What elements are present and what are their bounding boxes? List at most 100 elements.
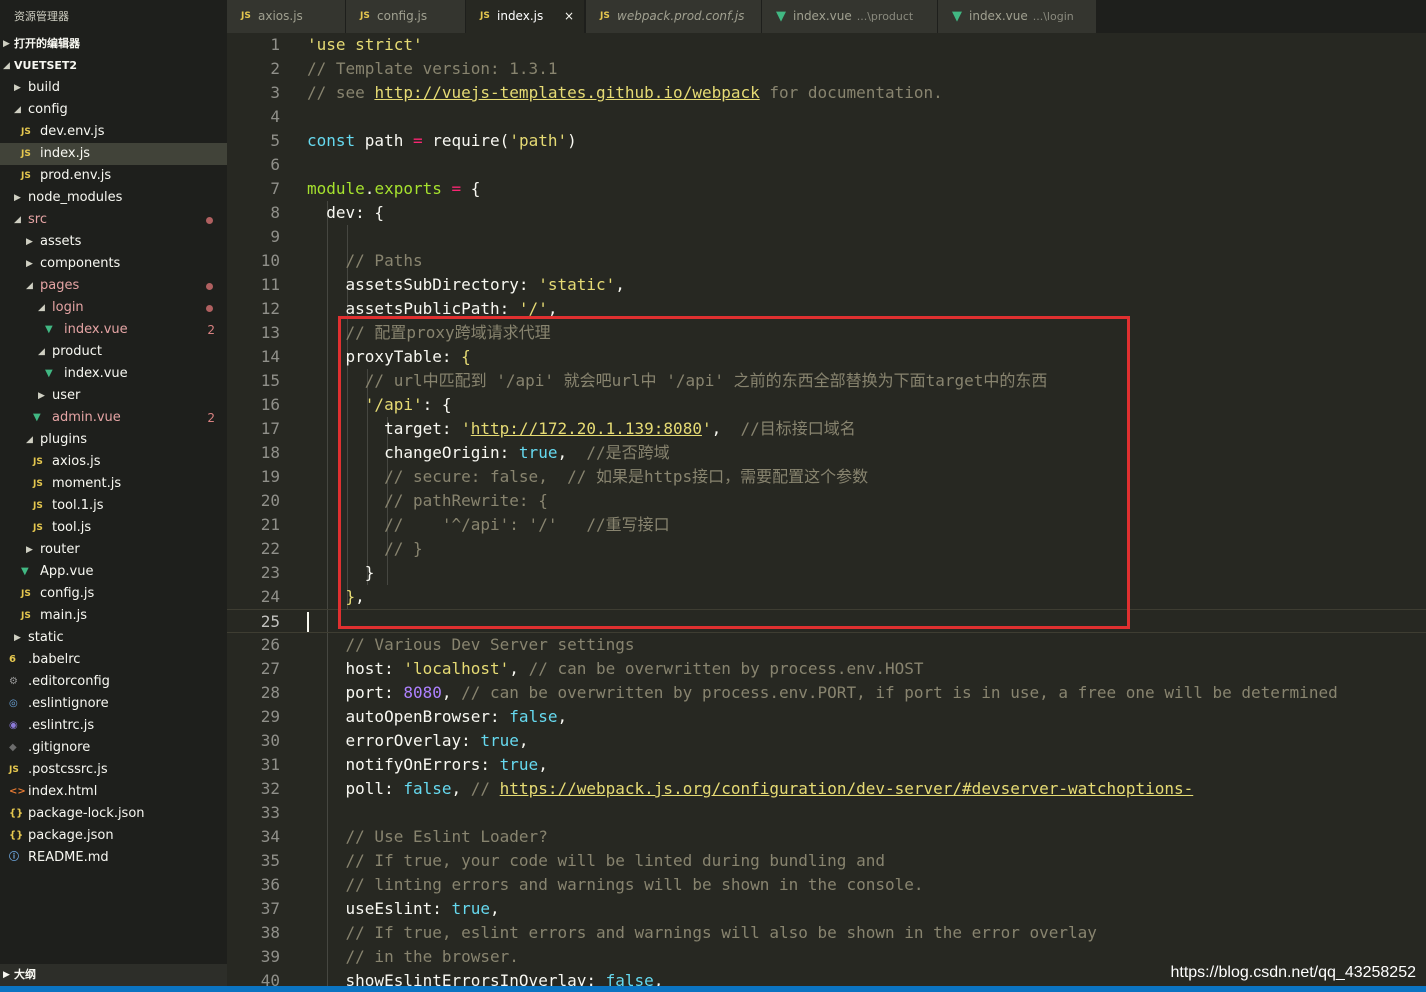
code-link[interactable]: http://vuejs-templates.github.io/webpack bbox=[374, 83, 759, 102]
code-token: for documentation. bbox=[759, 83, 943, 102]
file-item[interactable]: ◉ .eslintrc.js bbox=[0, 715, 227, 737]
file-item[interactable]: {} package-lock.json bbox=[0, 803, 227, 825]
code-link[interactable]: https://webpack.js.org/configuration/dev… bbox=[500, 779, 1194, 798]
tab-index-vue[interactable]: ▼ index.vue ...\login bbox=[938, 0, 1097, 33]
code-line: 1 'use strict' bbox=[227, 33, 1426, 57]
file-item[interactable]: JS index.js bbox=[0, 143, 227, 165]
file-item[interactable]: ▼ index.vue 2 bbox=[0, 319, 227, 341]
code-token: false bbox=[403, 779, 452, 798]
file-item[interactable]: JS main.js bbox=[0, 605, 227, 627]
code-token: , bbox=[557, 707, 568, 726]
tab-webpack-prod-conf-js[interactable]: JS webpack.prod.conf.js bbox=[586, 0, 762, 33]
code-line: 34 // Use Eslint Loader? bbox=[227, 825, 1426, 849]
file-label: config.js bbox=[40, 586, 95, 601]
line-code: dev: { bbox=[307, 201, 384, 225]
folder-label: config bbox=[28, 102, 68, 117]
line-code: port: 8080, // can be overwritten by pro… bbox=[307, 681, 1338, 705]
file-label: package-lock.json bbox=[28, 806, 145, 821]
code-token: false bbox=[509, 707, 558, 726]
babel-icon: 6 bbox=[9, 654, 16, 665]
file-item[interactable]: JS axios.js bbox=[0, 451, 227, 473]
folder-item[interactable]: ▶ user bbox=[0, 385, 227, 407]
line-number: 15 bbox=[260, 371, 280, 390]
code-token: 'path' bbox=[509, 131, 568, 150]
line-number: 22 bbox=[260, 539, 280, 558]
line-number: 32 bbox=[260, 779, 280, 798]
line-number: 29 bbox=[260, 707, 280, 726]
line-code: // linting errors and warnings will be s… bbox=[307, 873, 924, 897]
outline-section[interactable]: ▶ 大纲 bbox=[0, 964, 227, 986]
code-line: 28 port: 8080, // can be overwritten by … bbox=[227, 681, 1426, 705]
code-token: require bbox=[432, 131, 500, 150]
project-section[interactable]: ◢ VUETSET2 bbox=[0, 55, 227, 77]
file-item[interactable]: 6 .babelrc bbox=[0, 649, 227, 671]
chevron-right-icon: ▶ bbox=[14, 83, 21, 93]
tab-config-js[interactable]: JS config.js bbox=[346, 0, 466, 33]
code-token: notifyOnErrors: bbox=[307, 755, 500, 774]
file-item[interactable]: ▼ index.vue bbox=[0, 363, 227, 385]
git-icon: ◆ bbox=[9, 742, 17, 753]
folder-item[interactable]: ◢ src bbox=[0, 209, 227, 231]
code-token: // in the browser. bbox=[307, 947, 519, 966]
vue-file-icon: ▼ bbox=[33, 412, 41, 423]
line-number: 28 bbox=[260, 683, 280, 702]
tab-axios-js[interactable]: JS axios.js bbox=[227, 0, 346, 33]
folder-label: components bbox=[40, 256, 121, 271]
folder-item[interactable]: ▶ router bbox=[0, 539, 227, 561]
chevron-right-icon: ▶ bbox=[3, 39, 10, 49]
tab-index-vue[interactable]: ▼ index.vue ...\product bbox=[762, 0, 938, 33]
close-icon[interactable]: × bbox=[564, 0, 574, 33]
chevron-down-icon: ◢ bbox=[38, 347, 45, 357]
file-item[interactable]: JS moment.js bbox=[0, 473, 227, 495]
folder-item[interactable]: ▶ node_modules bbox=[0, 187, 227, 209]
code-token: // Paths bbox=[307, 251, 423, 270]
file-item[interactable]: JS tool.1.js bbox=[0, 495, 227, 517]
file-label: package.json bbox=[28, 828, 114, 843]
file-item[interactable]: JS prod.env.js bbox=[0, 165, 227, 187]
code-line: 11 assetsSubDirectory: 'static', bbox=[227, 273, 1426, 297]
line-code: notifyOnErrors: true, bbox=[307, 753, 548, 777]
line-number: 23 bbox=[260, 563, 280, 582]
file-item[interactable]: ⚙ .editorconfig bbox=[0, 671, 227, 693]
chevron-down-icon: ◢ bbox=[26, 281, 33, 291]
chevron-right-icon: ▶ bbox=[26, 237, 33, 247]
folder-item[interactable]: ◢ pages bbox=[0, 275, 227, 297]
code-token: const bbox=[307, 131, 365, 150]
code-editor[interactable]: 1 'use strict' 2 // Template version: 1.3.1… bbox=[227, 33, 1426, 992]
folder-item[interactable]: ▶ build bbox=[0, 77, 227, 99]
file-item[interactable]: ◎ .eslintignore bbox=[0, 693, 227, 715]
line-number: 30 bbox=[260, 731, 280, 750]
file-item[interactable]: ▼ App.vue bbox=[0, 561, 227, 583]
vue-file-icon: ▼ bbox=[776, 9, 786, 24]
file-label: .gitignore bbox=[28, 740, 91, 755]
code-token: // can be overwritten by process.env.POR… bbox=[461, 683, 1338, 702]
folder-item[interactable]: ◢ plugins bbox=[0, 429, 227, 451]
line-code: const path = require('path') bbox=[307, 129, 577, 153]
code-token: errorOverlay: bbox=[307, 731, 481, 750]
folder-item[interactable]: ▶ static bbox=[0, 627, 227, 649]
file-item[interactable]: {} package.json bbox=[0, 825, 227, 847]
file-item[interactable]: JS .postcssrc.js bbox=[0, 759, 227, 781]
js-file-icon: JS bbox=[600, 11, 610, 21]
file-tree: ▶ build ◢ config JS dev.env.js JS index.js JS pro… bbox=[0, 77, 227, 869]
file-item[interactable]: JS tool.js bbox=[0, 517, 227, 539]
file-item[interactable]: JS dev.env.js bbox=[0, 121, 227, 143]
open-editors-section[interactable]: ▶ 打开的编辑器 bbox=[0, 33, 227, 55]
file-item[interactable]: ⓘ README.md bbox=[0, 847, 227, 869]
file-item[interactable]: JS config.js bbox=[0, 583, 227, 605]
file-item[interactable]: ▼ admin.vue 2 bbox=[0, 407, 227, 429]
file-item[interactable]: ◆ .gitignore bbox=[0, 737, 227, 759]
folder-item[interactable]: ▶ assets bbox=[0, 231, 227, 253]
js-file-icon: JS bbox=[33, 501, 43, 511]
file-label: index.js bbox=[40, 146, 91, 161]
line-code: assetsSubDirectory: 'static', bbox=[307, 273, 625, 297]
folder-item[interactable]: ▶ components bbox=[0, 253, 227, 275]
file-item[interactable]: <> index.html bbox=[0, 781, 227, 803]
js-file-icon: JS bbox=[21, 171, 31, 181]
folder-item[interactable]: ◢ config bbox=[0, 99, 227, 121]
text-cursor bbox=[307, 612, 309, 632]
file-label: README.md bbox=[28, 850, 109, 865]
tab-index-js[interactable]: JS index.js × bbox=[466, 0, 585, 33]
folder-item[interactable]: ◢ login bbox=[0, 297, 227, 319]
folder-item[interactable]: ◢ product bbox=[0, 341, 227, 363]
